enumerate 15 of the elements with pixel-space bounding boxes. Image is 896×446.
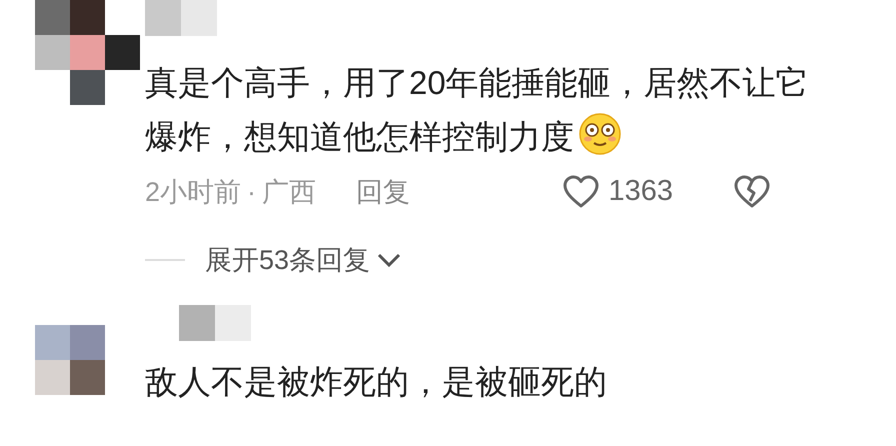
pixelated-username (145, 0, 217, 36)
blushing-smiley-icon (578, 112, 622, 156)
comment-text: 敌人不是被炸死的，是被砸死的 (145, 362, 608, 402)
pixelated-avatar (35, 324, 105, 394)
pixelated-username (179, 304, 251, 340)
broken-heart-icon[interactable] (733, 175, 771, 209)
reply-button[interactable]: 回复 (356, 172, 410, 212)
comment-location: 广西 (262, 176, 316, 209)
separator-dot: · (247, 176, 256, 209)
chevron-down-icon (376, 252, 402, 268)
comment-time: 2小时前 (145, 176, 242, 209)
expand-replies-button[interactable]: 展开53条回复 (205, 240, 402, 280)
heart-icon[interactable] (562, 175, 600, 209)
comment-text: 真是个高手，用了20年能捶能砸，居然不让它爆炸，想知道他怎样控制力度 (145, 63, 810, 158)
like-count: 1363 (608, 174, 673, 210)
